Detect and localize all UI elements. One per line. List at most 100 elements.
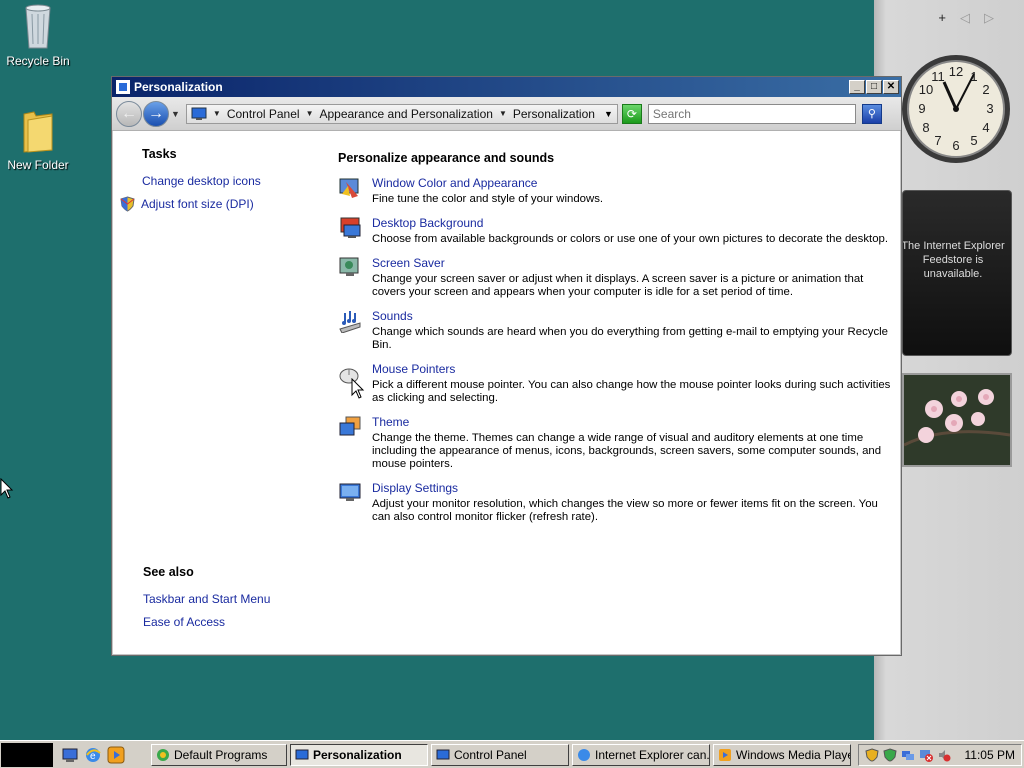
breadcrumb-separator[interactable]: ▼ <box>213 109 221 118</box>
sidebar-prev-button[interactable]: ◁ <box>960 10 970 26</box>
clock-number-6: 6 <box>952 138 959 153</box>
search-button[interactable]: ⚲ <box>861 103 882 124</box>
window-color-link[interactable]: Window Color and Appearance <box>372 176 893 190</box>
address-dropdown-button[interactable]: ▼ <box>604 109 613 119</box>
taskbar-button-default-programs[interactable]: Default Programs <box>151 743 287 766</box>
show-desktop-icon[interactable] <box>61 746 79 764</box>
folder-icon <box>23 111 53 153</box>
clock-number-11: 11 <box>931 69 945 84</box>
desktop-background-icon <box>340 217 361 238</box>
taskbar: e Default Programs Personalization Contr… <box>0 740 1024 768</box>
taskbar-start-menu-link[interactable]: Taskbar and Start Menu <box>143 587 343 610</box>
desktop-icon-new-folder[interactable]: New Folder <box>0 106 76 172</box>
close-button[interactable]: ✕ <box>883 80 899 94</box>
display-settings-icon <box>339 483 361 501</box>
minimize-button[interactable]: _ <box>849 80 865 94</box>
display-settings-desc: Adjust your monitor resolution, which ch… <box>372 498 878 523</box>
start-button[interactable] <box>1 742 53 767</box>
taskbar-button-control-panel[interactable]: Control Panel <box>431 743 569 766</box>
flower-photo <box>904 375 1010 465</box>
clock-number-12: 12 <box>949 64 963 79</box>
window-color-icon <box>339 178 359 198</box>
navigation-bar: ← → ▼ ▼ Control Panel ▼ Appearance and P… <box>112 97 901 131</box>
ease-of-access-link[interactable]: Ease of Access <box>143 610 343 633</box>
sidebar-add-gadget-button[interactable]: + <box>938 10 946 26</box>
clock-gadget[interactable]: 12 1 2 3 4 5 6 7 8 9 10 11 <box>900 48 1012 170</box>
refresh-button[interactable]: ⟳ <box>621 103 642 124</box>
taskbar-button-personalization[interactable]: Personalization <box>290 743 428 766</box>
breadcrumb-separator[interactable]: ▼ <box>306 109 314 118</box>
change-desktop-icons-label: Change desktop icons <box>142 173 261 188</box>
feed-headlines-gadget[interactable]: The Internet Explorer Feedstore is unava… <box>902 190 1012 356</box>
sounds-link[interactable]: Sounds <box>372 309 893 323</box>
tasks-heading: Tasks <box>142 147 177 161</box>
taskbar-label: Control Panel <box>454 747 527 762</box>
breadcrumb-separator[interactable]: ▼ <box>499 109 507 118</box>
security-shield-icon[interactable] <box>864 747 879 762</box>
list-item: Theme Change the theme. Themes can chang… <box>338 415 893 471</box>
sounds-icon <box>339 311 361 333</box>
taskbar-label: Personalization <box>313 747 402 762</box>
internet-explorer-icon <box>578 748 590 761</box>
taskbar-clock[interactable]: 11:05 PM <box>965 748 1015 762</box>
recent-pages-dropdown[interactable]: ▼ <box>171 109 180 119</box>
taskbar-label: Windows Media Player <box>736 747 851 762</box>
uac-shield-icon <box>120 195 135 212</box>
recycle-bin-label: Recycle Bin <box>6 54 70 68</box>
address-bar[interactable]: ▼ Control Panel ▼ Appearance and Persona… <box>185 103 618 124</box>
screen-saver-desc: Change your screen saver or adjust when … <box>372 273 864 298</box>
adjust-font-size-link[interactable]: Adjust font size (DPI) <box>120 192 332 215</box>
screen-saver-link[interactable]: Screen Saver <box>372 256 893 270</box>
clock-number-8: 8 <box>922 120 929 135</box>
slideshow-gadget[interactable] <box>902 373 1012 467</box>
maximize-button[interactable]: □ <box>866 80 882 94</box>
list-item: Display Settings Adjust your monitor res… <box>338 481 893 524</box>
breadcrumb-appearance-and-personalization[interactable]: Appearance and Personalization <box>319 107 492 121</box>
sidebar-next-button[interactable]: ▷ <box>984 10 994 26</box>
clock-number-7: 7 <box>934 133 941 148</box>
clock-number-5: 5 <box>970 133 977 148</box>
desktop-background-link[interactable]: Desktop Background <box>372 216 893 230</box>
theme-link[interactable]: Theme <box>372 415 893 429</box>
forward-button[interactable]: → <box>143 100 169 127</box>
media-player-icon[interactable] <box>107 746 125 764</box>
clock-number-9: 9 <box>918 101 925 116</box>
new-folder-label: New Folder <box>7 158 69 172</box>
back-arrow-icon: ← <box>121 104 137 122</box>
taskbar-button-internet-explorer[interactable]: Internet Explorer can... <box>572 743 710 766</box>
breadcrumb-personalization[interactable]: Personalization <box>513 107 595 121</box>
change-desktop-icons-link[interactable]: Change desktop icons <box>142 169 332 192</box>
clock-number-3: 3 <box>986 101 993 116</box>
mouse-pointers-link[interactable]: Mouse Pointers <box>372 362 893 376</box>
display-settings-link[interactable]: Display Settings <box>372 481 893 495</box>
desktop-icon-recycle-bin[interactable]: Recycle Bin <box>0 2 76 68</box>
screen-saver-icon <box>339 257 359 276</box>
list-item: Screen Saver Change your screen saver or… <box>338 256 893 299</box>
internet-explorer-icon[interactable]: e <box>84 746 102 764</box>
media-player-icon <box>719 748 731 761</box>
sounds-desc: Change which sounds are heard when you d… <box>372 326 889 351</box>
taskbar-label: Internet Explorer can... <box>595 747 710 762</box>
see-also-heading: See also <box>143 565 194 579</box>
theme-icon <box>339 416 361 436</box>
clock-number-4: 4 <box>982 120 989 135</box>
back-button[interactable]: ← <box>116 100 142 127</box>
network-icon[interactable] <box>901 748 915 762</box>
list-item: Sounds Change which sounds are heard whe… <box>338 309 893 352</box>
personalization-window: Personalization _ □ ✕ ← → ▼ ▼ Control Pa… <box>111 76 902 656</box>
adjust-font-size-label: Adjust font size (DPI) <box>141 196 254 211</box>
see-also-pane: See also Taskbar and Start Menu Ease of … <box>143 565 343 633</box>
title-bar[interactable]: Personalization _ □ ✕ <box>112 77 901 97</box>
system-tray: 11:05 PM <box>857 743 1022 766</box>
network-disconnected-icon[interactable] <box>919 748 933 762</box>
search-input[interactable] <box>647 103 856 124</box>
mouse-pointers-desc: Pick a different mouse pointer. You can … <box>372 379 891 404</box>
taskbar-button-media-player[interactable]: Windows Media Player <box>713 743 851 766</box>
volume-muted-icon[interactable] <box>937 748 951 762</box>
security-center-icon[interactable] <box>882 747 897 762</box>
breadcrumb-control-panel[interactable]: Control Panel <box>227 107 300 121</box>
control-panel-icon <box>116 80 130 94</box>
list-item: Window Color and Appearance Fine tune th… <box>338 176 893 206</box>
main-heading: Personalize appearance and sounds <box>338 151 555 165</box>
svg-text:e: e <box>90 751 96 762</box>
